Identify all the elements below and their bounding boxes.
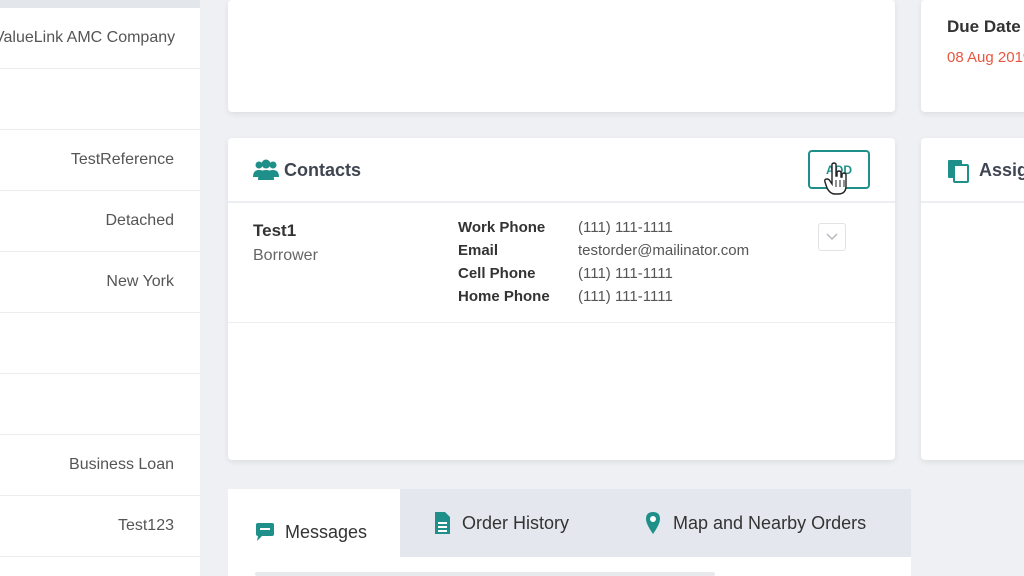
loan-number-value: Test123	[117, 517, 174, 534]
content-placeholder-line	[495, 572, 715, 576]
work-phone-value: (111) 111-1111	[578, 219, 673, 236]
home-phone-label: Home Phone	[458, 288, 550, 305]
work-phone-label: Work Phone	[458, 219, 546, 236]
left-row-state: New York	[0, 252, 200, 313]
state-value: New York	[106, 273, 174, 290]
home-phone-value: (111) 111-1111	[578, 288, 673, 305]
email-label: Email	[458, 242, 499, 259]
loan-type-value: Business Loan	[69, 456, 174, 473]
hand-cursor-icon	[824, 162, 847, 195]
chat-bubble-icon	[256, 522, 274, 541]
clipboard-icon	[948, 160, 969, 183]
cell-phone-label: Cell Phone	[458, 265, 536, 282]
tab-label: Order History	[462, 512, 570, 533]
order-tabs: Messages Order History Map and Nearby Or…	[228, 489, 911, 576]
left-row-empty-2	[0, 313, 200, 374]
order-summary-card	[228, 0, 895, 112]
contact-name: Test1	[253, 221, 297, 240]
content-placeholder-line	[255, 572, 505, 576]
tab-label: Map and Nearby Orders	[673, 512, 867, 533]
left-row-empty-3	[0, 374, 200, 435]
email-value: testorder@mailinator.com	[578, 242, 750, 259]
order-details-panel: ValueLink AMC Company TestReference Deta…	[0, 0, 200, 576]
map-pin-icon	[646, 512, 660, 534]
assigned-card: Assigned To	[921, 138, 1024, 460]
left-row-loan-number: Test123	[0, 496, 200, 557]
contacts-card: Contacts ADD Test1 Borrower Work Phone (…	[228, 138, 895, 460]
left-row-loan-type: Business Loan	[0, 435, 200, 496]
contact-role: Borrower	[253, 247, 318, 264]
assigned-label: Assigned To	[979, 160, 1024, 180]
users-icon	[253, 159, 279, 180]
reference-value: TestReference	[70, 151, 174, 168]
left-row-reference: TestReference	[0, 130, 200, 191]
left-row-property-type: Detached	[0, 191, 200, 252]
tab-label: Messages	[285, 522, 368, 542]
contacts-header: Contacts ADD	[228, 138, 895, 203]
due-date-label: Due Date	[947, 17, 1021, 36]
contacts-title: Contacts	[284, 160, 362, 180]
due-date-card: Due Date 08 Aug 2019	[921, 0, 1024, 112]
left-row-empty-1	[0, 69, 200, 130]
contact-row: Test1 Borrower Work Phone (111) 111-1111…	[228, 205, 895, 323]
due-date-value: 08 Aug 2019	[947, 49, 1024, 66]
left-panel-topbar	[0, 0, 200, 8]
property-type-value: Detached	[105, 212, 175, 229]
expand-contact-button[interactable]	[818, 223, 846, 251]
left-row-company: ValueLink AMC Company	[0, 8, 200, 69]
cell-phone-value: (111) 111-1111	[578, 265, 673, 282]
company-value: ValueLink AMC Company	[0, 29, 176, 46]
tab-order-history[interactable]: Order History	[430, 489, 610, 557]
chevron-down-icon	[826, 233, 838, 241]
tab-map-nearby-orders[interactable]: Map and Nearby Orders	[641, 489, 911, 557]
assigned-header: Assigned To	[921, 138, 1024, 203]
document-icon	[435, 512, 450, 534]
column-gap	[200, 0, 226, 576]
